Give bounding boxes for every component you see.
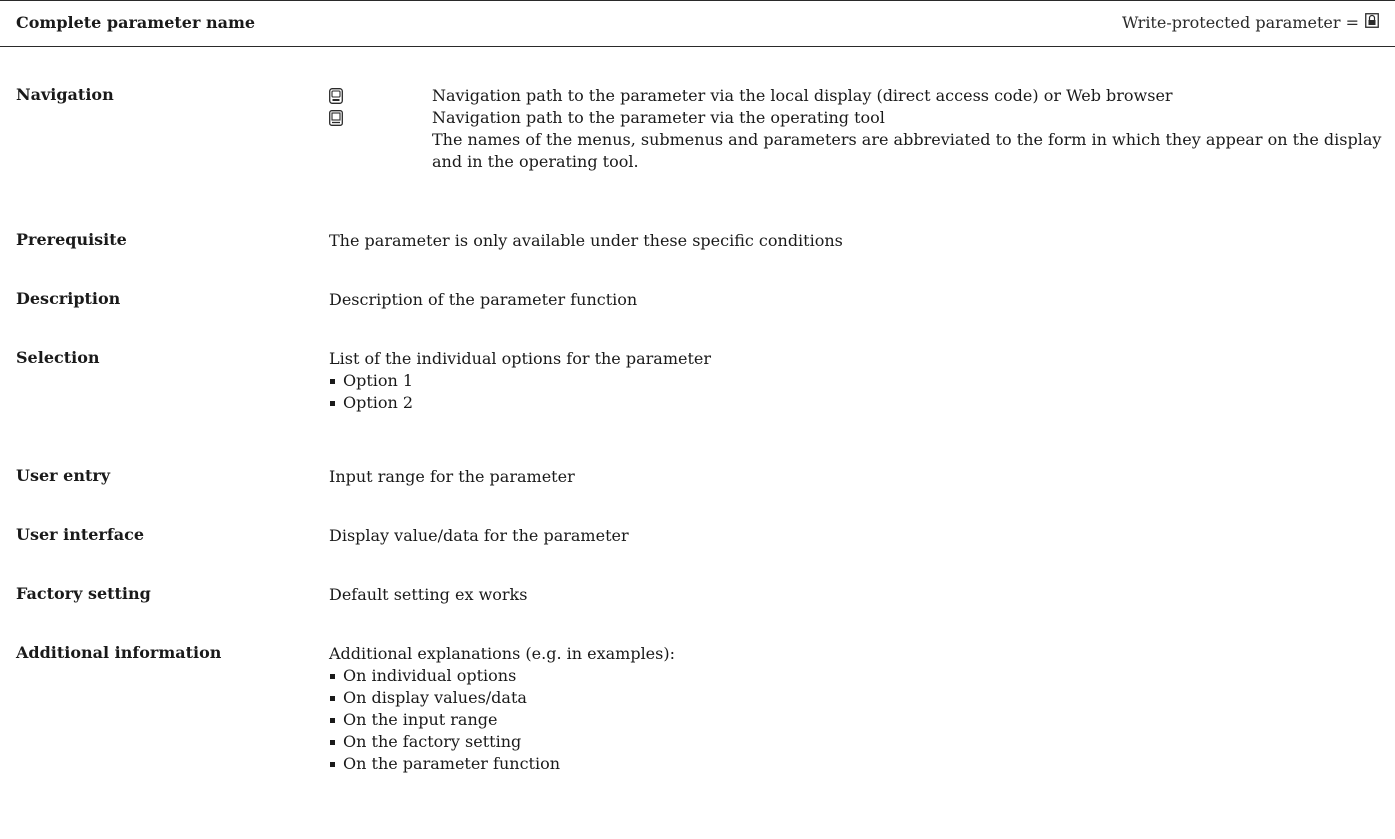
navigation-operating-tool-line: Navigation path to the parameter via the…: [329, 107, 1379, 129]
prerequisite-label: Prerequisite: [16, 230, 127, 249]
list-item: On display values/data: [329, 687, 1379, 709]
prerequisite-text: The parameter is only available under th…: [329, 231, 843, 250]
user-interface-text: Display value/data for the parameter: [329, 526, 629, 545]
navigation-local-display-text: Navigation path to the parameter via the…: [432, 86, 1173, 105]
write-protected-legend: Write-protected parameter =: [1122, 13, 1379, 32]
user-entry-text: Input range for the parameter: [329, 467, 575, 486]
list-item: Option 1: [329, 370, 1379, 392]
navigation-note: The names of the menus, submenus and par…: [432, 130, 1382, 171]
additional-information-label: Additional information: [16, 643, 222, 662]
lock-icon: [1365, 13, 1379, 32]
additional-information-text: Additional explanations (e.g. in example…: [329, 644, 675, 663]
list-item: On the input range: [329, 709, 1379, 731]
factory-setting-label: Factory setting: [16, 584, 151, 603]
additional-information-content: Additional explanations (e.g. in example…: [329, 643, 1379, 775]
description-label: Description: [16, 289, 121, 308]
user-interface-label: User interface: [16, 525, 145, 544]
selection-text: List of the individual options for the p…: [329, 349, 712, 368]
operating-tool-icon: [329, 107, 432, 129]
local-display-icon: [329, 85, 432, 107]
description-text: Description of the parameter function: [329, 290, 638, 309]
navigation-label: Navigation: [16, 85, 114, 104]
navigation-local-display-line: Navigation path to the parameter via the…: [329, 85, 1379, 107]
selection-content: List of the individual options for the p…: [329, 348, 1379, 414]
user-entry-label: User entry: [16, 466, 111, 485]
additional-information-list: On individual options On display values/…: [329, 665, 1379, 775]
parameter-header-bar: Complete parameter name Write-protected …: [0, 0, 1395, 47]
list-item: On the parameter function: [329, 753, 1379, 775]
list-item: On individual options: [329, 665, 1379, 687]
list-item: Option 2: [329, 392, 1379, 414]
selection-options-list: Option 1 Option 2: [329, 370, 1379, 414]
navigation-content: Navigation path to the parameter via the…: [329, 85, 1381, 173]
navigation-operating-tool-text: Navigation path to the parameter via the…: [432, 108, 885, 127]
factory-setting-text: Default setting ex works: [329, 585, 528, 604]
list-item: On the factory setting: [329, 731, 1379, 753]
write-protected-label: Write-protected parameter =: [1121, 13, 1359, 32]
parameter-name-title: Complete parameter name: [16, 13, 256, 32]
selection-label: Selection: [16, 348, 100, 367]
